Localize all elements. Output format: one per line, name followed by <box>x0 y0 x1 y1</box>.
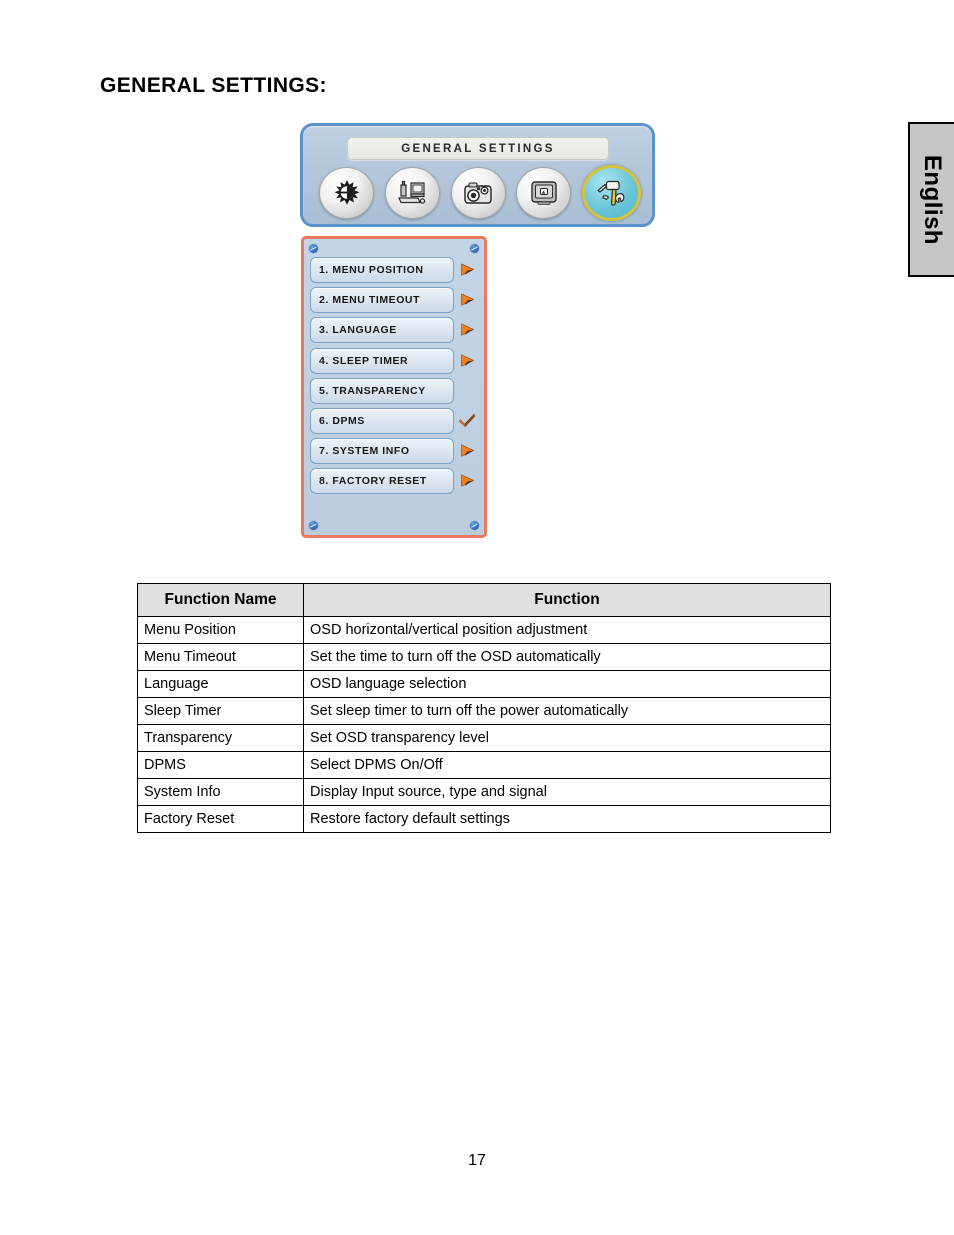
table-cell-desc: Display Input source, type and signal <box>303 778 831 807</box>
table-header-function-name: Function Name <box>137 582 304 618</box>
checkmark-icon <box>456 408 478 434</box>
arrow-right-icon <box>456 287 478 313</box>
osd-menu-row: 8. FACTORY RESET <box>310 468 478 495</box>
page-title: GENERAL SETTINGS: <box>100 74 327 97</box>
osd-icon-row <box>315 165 645 221</box>
osd-menu-item-sleep-timer[interactable]: 4. SLEEP TIMER <box>310 347 454 374</box>
osd-menu-item-list: 1. MENU POSITION 2. MENU TIMEOUT 3. LANG… <box>310 257 478 495</box>
screw-icon-top-right <box>470 244 479 253</box>
arrow-right-icon <box>456 317 478 343</box>
language-side-tab: English <box>908 122 954 277</box>
table-header-row: Function Name Function <box>137 582 831 618</box>
osd-menu-item-language[interactable]: 3. LANGUAGE <box>310 317 454 344</box>
table-row: Factory Reset Restore factory default se… <box>137 805 831 834</box>
osd-menu-item-menu-position[interactable]: 1. MENU POSITION <box>310 257 454 283</box>
osd-menu-item-factory-reset[interactable]: 8. FACTORY RESET <box>310 468 454 495</box>
table-header-function: Function <box>303 582 831 618</box>
table-cell-desc: Set the time to turn off the OSD automat… <box>303 643 831 672</box>
table-row: Menu Timeout Set the time to turn off th… <box>137 643 831 672</box>
geometry-adjust-icon[interactable] <box>384 167 440 219</box>
table-cell-name: DPMS <box>137 751 304 780</box>
arrow-right-icon <box>456 257 478 283</box>
osd-menu-row: 1. MENU POSITION <box>310 257 478 283</box>
osd-menu-panel: 1. MENU POSITION 2. MENU TIMEOUT 3. LANG… <box>301 236 487 538</box>
osd-menu-row: 4. SLEEP TIMER <box>310 347 478 374</box>
table-cell-name: Menu Position <box>137 616 304 645</box>
table-cell-desc: OSD language selection <box>303 670 831 699</box>
table-cell-name: Sleep Timer <box>137 697 304 726</box>
table-row: Language OSD language selection <box>137 670 831 699</box>
table-cell-desc: Select DPMS On/Off <box>303 751 831 780</box>
screw-icon-bottom-right <box>470 521 479 530</box>
table-row: Transparency Set OSD transparency level <box>137 724 831 753</box>
osd-menu-row: 6. DPMS <box>310 407 478 434</box>
table-row: DPMS Select DPMS On/Off <box>137 751 831 780</box>
arrow-right-icon <box>456 438 478 464</box>
osd-menu-row: 7. SYSTEM INFO <box>310 438 478 465</box>
table-cell-name: System Info <box>137 778 304 807</box>
table-row: System Info Display Input source, type a… <box>137 778 831 807</box>
osd-menu-row: 5. TRANSPARENCY <box>310 377 478 404</box>
osd-menu-item-system-info[interactable]: 7. SYSTEM INFO <box>310 438 454 465</box>
table-cell-name: Language <box>137 670 304 699</box>
table-cell-name: Transparency <box>137 724 304 753</box>
table-row: Menu Position OSD horizontal/vertical po… <box>137 616 831 645</box>
osd-header-panel: GENERAL SETTINGS <box>300 123 655 227</box>
arrow-right-icon <box>456 348 478 374</box>
no-marker <box>456 378 478 404</box>
osd-title-bar: GENERAL SETTINGS <box>347 137 609 160</box>
color-settings-icon[interactable] <box>450 167 506 219</box>
table-cell-desc: OSD horizontal/vertical position adjustm… <box>303 616 831 645</box>
osd-menu-item-menu-timeout[interactable]: 2. MENU TIMEOUT <box>310 287 454 314</box>
function-description-table: Function Name Function Menu Position OSD… <box>137 582 831 834</box>
page-number: 17 <box>468 1152 486 1169</box>
arrow-right-icon <box>456 468 478 494</box>
table-cell-desc: Restore factory default settings <box>303 805 831 834</box>
table-cell-desc: Set sleep timer to turn off the power au… <box>303 697 831 726</box>
osd-menu-row: 3. LANGUAGE <box>310 317 478 344</box>
table-cell-name: Factory Reset <box>137 805 304 834</box>
language-side-tab-label: English <box>919 154 946 245</box>
table-cell-name: Menu Timeout <box>137 643 304 672</box>
osd-title-text: GENERAL SETTINGS <box>401 142 555 155</box>
screw-icon-top-left <box>309 244 318 253</box>
screw-icon-bottom-left <box>309 521 318 530</box>
table-row: Sleep Timer Set sleep timer to turn off … <box>137 697 831 726</box>
osd-menu-row: 2. MENU TIMEOUT <box>310 287 478 314</box>
table-cell-desc: Set OSD transparency level <box>303 724 831 753</box>
general-settings-tools-icon[interactable] <box>582 165 641 221</box>
brightness-contrast-icon[interactable] <box>319 167 374 219</box>
osd-menu-item-transparency[interactable]: 5. TRANSPARENCY <box>310 377 454 404</box>
image-settings-icon[interactable] <box>516 167 572 219</box>
osd-menu-item-dpms[interactable]: 6. DPMS <box>310 407 454 434</box>
